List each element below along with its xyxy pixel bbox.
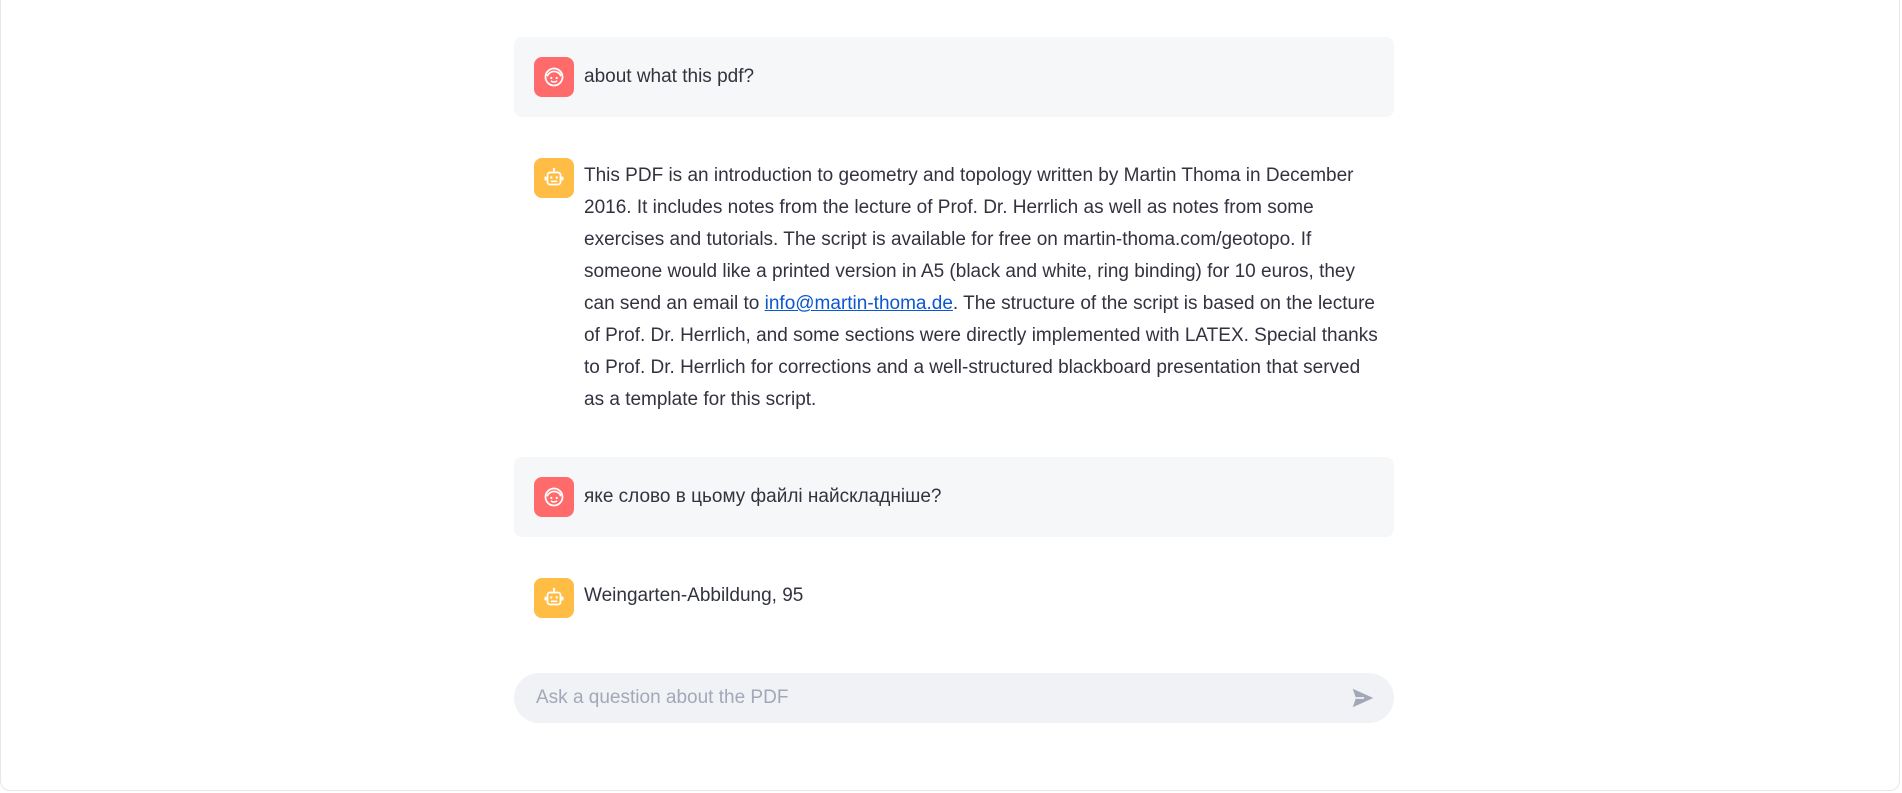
message-text: This PDF is an introduction to geometry … [584,158,1378,416]
user-face-icon [544,487,564,507]
chat-message-assistant: Weingarten-Abbildung, 95 [514,558,1394,638]
user-avatar [534,57,574,97]
chat-input[interactable] [534,686,1346,710]
chat-message-user: яке слово в цьому файлі найскладніше? [514,457,1394,537]
chat-message-assistant: This PDF is an introduction to geometry … [514,138,1394,436]
message-text-part: This PDF is an introduction to geometry … [584,165,1355,314]
send-button[interactable] [1346,681,1380,715]
message-text: яке слово в цьому файлі найскладніше? [584,486,942,507]
user-face-icon [544,67,564,87]
message-text: Weingarten-Abbildung, 95 [584,585,804,606]
assistant-avatar [534,578,574,618]
send-icon [1352,688,1374,708]
robot-icon [544,167,564,186]
robot-icon [544,587,564,606]
email-link[interactable]: info@martin-thoma.de [765,293,953,314]
message-text: about what this pdf? [584,66,755,87]
chat-message-user: about what this pdf? [514,37,1394,117]
chat-input-container [514,673,1394,723]
user-avatar [534,477,574,517]
assistant-avatar [534,158,574,198]
chat-message-list: about what this pdf? This PDF is an intr… [514,37,1394,659]
